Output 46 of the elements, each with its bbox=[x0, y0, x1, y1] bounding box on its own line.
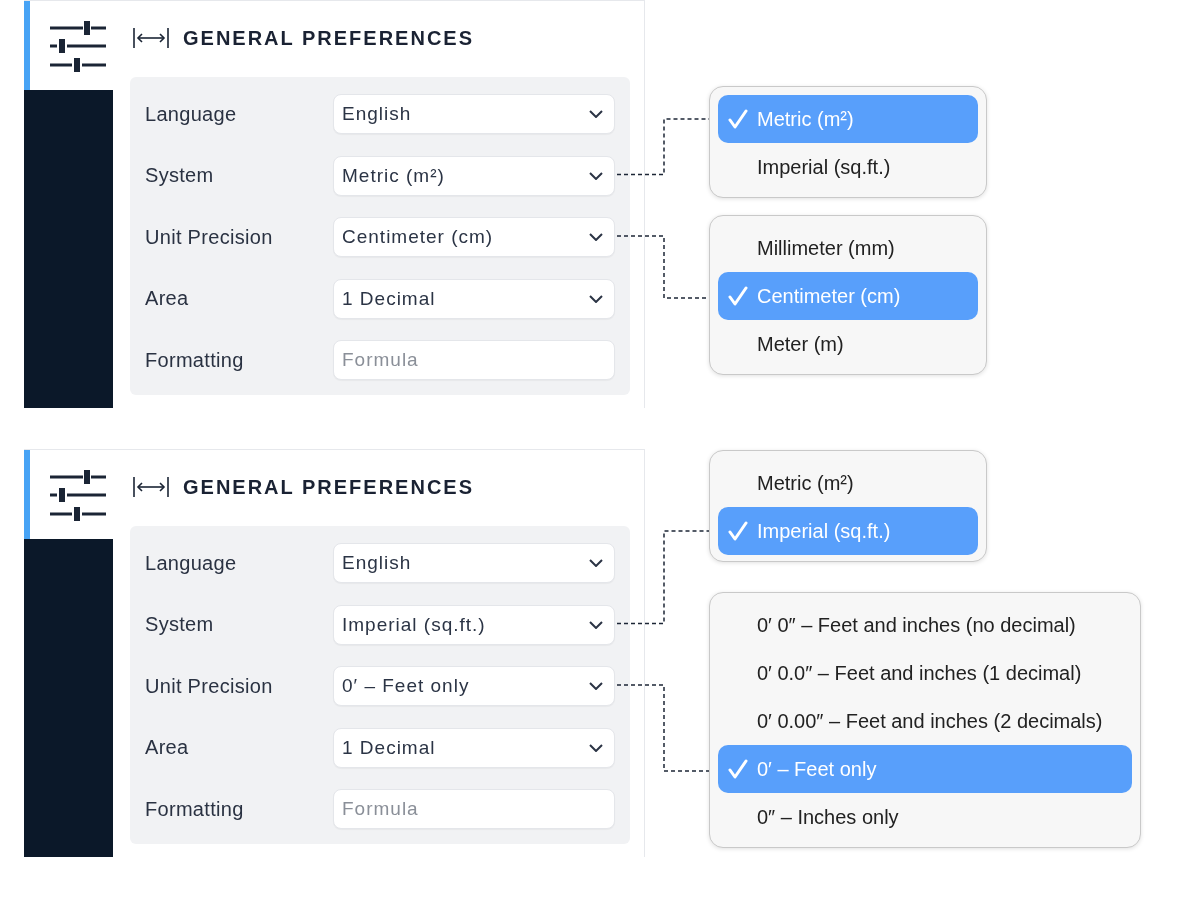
dropdown-option[interactable]: 0′ 0.00″ – Feet and inches (2 decimals) bbox=[718, 697, 1133, 745]
field-label: Language bbox=[145, 551, 238, 575]
section-title: GENERAL PREFERENCES bbox=[183, 26, 474, 50]
chevron-down-icon bbox=[589, 620, 603, 629]
width-arrow-icon bbox=[133, 28, 169, 48]
section-title: GENERAL PREFERENCES bbox=[183, 475, 474, 499]
checkmark-icon bbox=[728, 521, 748, 541]
input-field[interactable]: Formula bbox=[333, 340, 615, 380]
field-label: System bbox=[145, 164, 215, 187]
width-arrow-icon bbox=[133, 477, 169, 497]
chevron-down-icon bbox=[589, 171, 603, 180]
field-label: System bbox=[145, 613, 215, 636]
chevron-down-icon bbox=[589, 294, 603, 303]
sliders-icon bbox=[50, 468, 106, 521]
checkmark-icon bbox=[728, 286, 748, 306]
sliders-icon bbox=[50, 19, 106, 72]
dropdown-option[interactable]: Meter (m) bbox=[718, 320, 978, 368]
select-field[interactable]: English bbox=[333, 543, 615, 583]
select-field[interactable]: Metric (m²) bbox=[333, 155, 615, 196]
checkmark-icon bbox=[728, 109, 748, 129]
chevron-down-icon bbox=[589, 682, 603, 690]
dropdown-option[interactable]: Imperial (sq.ft.) bbox=[718, 143, 978, 191]
select-field[interactable]: 0′ – Feet only bbox=[333, 666, 615, 706]
dropdown-option[interactable]: 0″ – Inches only bbox=[718, 793, 1133, 841]
chevron-down-icon bbox=[589, 559, 603, 567]
dropdown-option[interactable]: Metric (m²) bbox=[718, 459, 978, 507]
dropdown-option[interactable]: Millimeter (mm) bbox=[718, 224, 978, 272]
chevron-down-icon bbox=[589, 110, 603, 118]
select-field[interactable]: Imperial (sq.ft.) bbox=[333, 604, 615, 645]
select-field[interactable]: English bbox=[333, 94, 615, 134]
field-label: Language bbox=[145, 102, 238, 126]
field-label: Formatting bbox=[145, 348, 245, 372]
select-field[interactable]: 1 Decimal bbox=[333, 278, 615, 319]
dropdown-option[interactable]: 0′ 0″ – Feet and inches (no decimal) bbox=[718, 601, 1133, 649]
select-field[interactable]: 1 Decimal bbox=[333, 727, 615, 768]
chevron-down-icon bbox=[589, 743, 603, 752]
input-field[interactable]: Formula bbox=[333, 789, 615, 829]
field-label: Unit Precision bbox=[145, 674, 274, 698]
field-label: Formatting bbox=[145, 797, 245, 821]
select-field[interactable]: Centimeter (cm) bbox=[333, 217, 615, 257]
field-label: Area bbox=[145, 287, 190, 310]
field-label: Unit Precision bbox=[145, 225, 274, 249]
checkmark-icon bbox=[728, 759, 748, 779]
dropdown-option[interactable]: 0′ 0.0″ – Feet and inches (1 decimal) bbox=[718, 649, 1133, 697]
field-label: Area bbox=[145, 736, 190, 759]
chevron-down-icon bbox=[589, 233, 603, 241]
